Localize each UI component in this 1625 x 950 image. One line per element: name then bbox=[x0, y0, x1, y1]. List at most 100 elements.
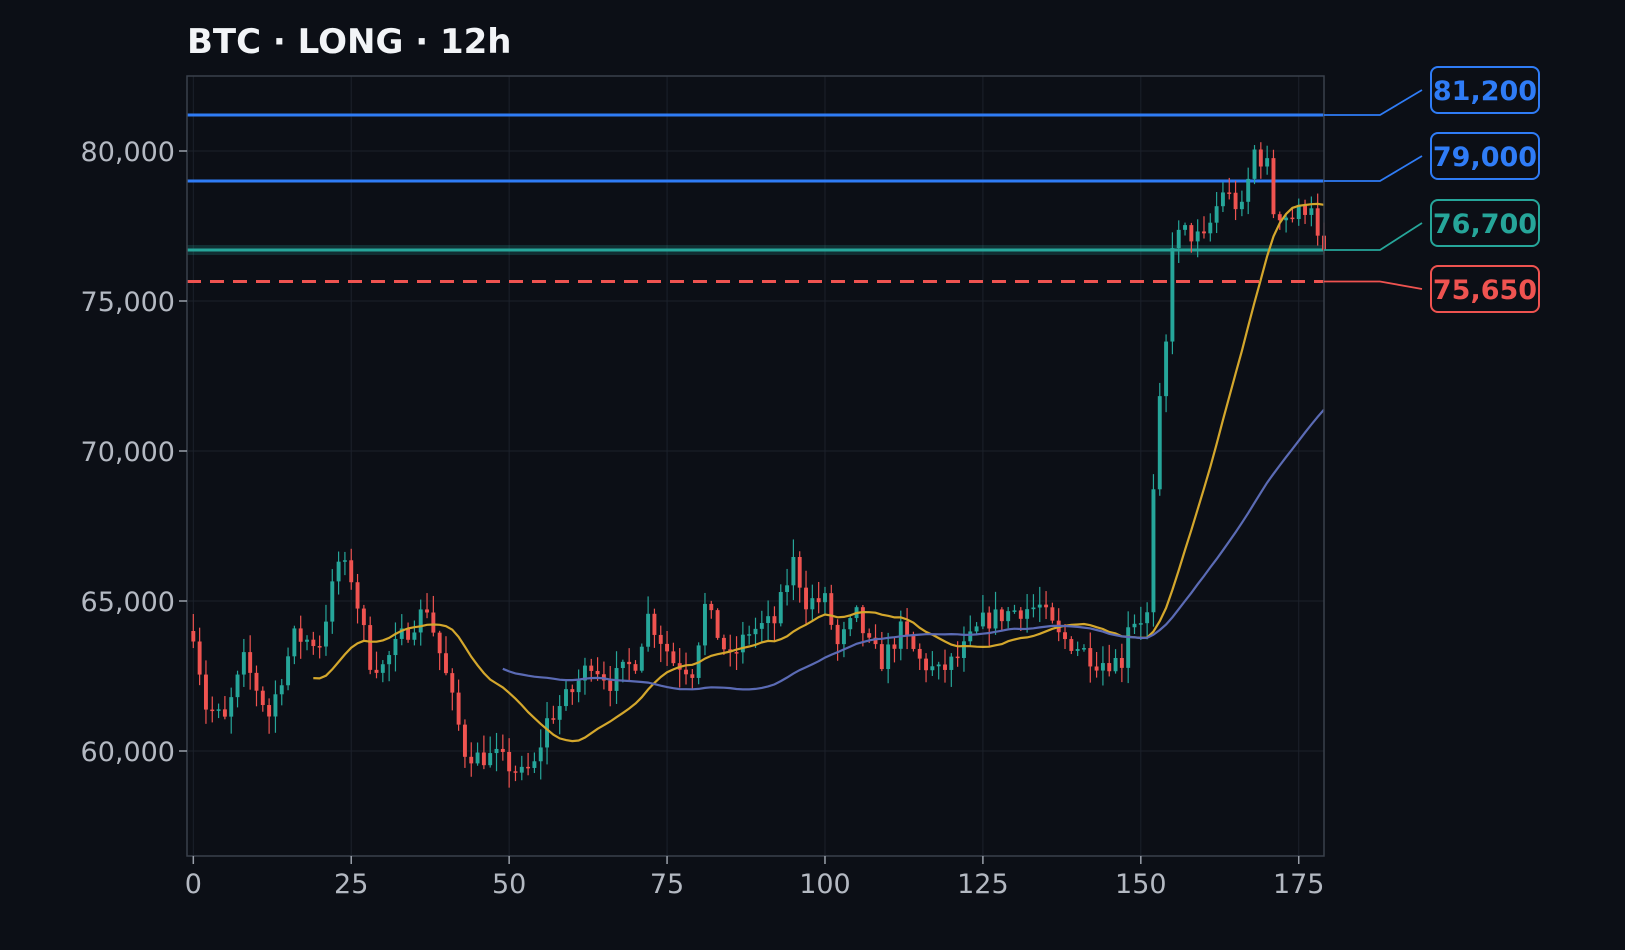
candle-body bbox=[886, 644, 891, 670]
candle-body bbox=[816, 598, 821, 603]
candle-body bbox=[867, 633, 872, 638]
candle-body bbox=[999, 609, 1004, 622]
candle-body bbox=[1107, 663, 1112, 672]
candle-body bbox=[1082, 648, 1086, 650]
candle-body bbox=[974, 626, 979, 632]
candle-body bbox=[924, 658, 929, 671]
candle-body bbox=[646, 613, 651, 647]
candle-body bbox=[715, 610, 720, 638]
y-tick-label: 70,000 bbox=[81, 437, 175, 468]
candle-body bbox=[753, 628, 758, 635]
candle-body bbox=[355, 582, 360, 609]
chart-container: BTC · LONG · 12h 0 25 50 75 100 125 150 175 60,0… bbox=[0, 0, 1625, 950]
candle-body bbox=[1012, 610, 1017, 612]
candle-body bbox=[627, 661, 632, 665]
chart-title: BTC · LONG · 12h bbox=[187, 22, 511, 62]
candle-body bbox=[848, 618, 853, 630]
candle-body bbox=[892, 644, 897, 649]
candle-body bbox=[526, 766, 531, 769]
candle-body bbox=[968, 631, 973, 642]
candle-body bbox=[1214, 206, 1219, 223]
x-tick-label: 150 bbox=[1115, 869, 1167, 900]
candle-body bbox=[1195, 231, 1200, 242]
candle-body bbox=[747, 634, 752, 636]
candle-body bbox=[1271, 158, 1276, 215]
candle-body bbox=[349, 560, 354, 583]
candle-body bbox=[494, 748, 499, 754]
y-tick-label: 65,000 bbox=[81, 587, 175, 618]
candle-body bbox=[1069, 639, 1074, 651]
candle-body bbox=[1176, 229, 1181, 249]
candle-body bbox=[1100, 663, 1105, 671]
candle-body bbox=[1025, 609, 1030, 619]
candle-body bbox=[431, 612, 436, 633]
y-tick-label: 80,000 bbox=[81, 137, 175, 168]
stop-label-text: 75,650 bbox=[1433, 275, 1537, 306]
candle-body bbox=[1050, 607, 1055, 621]
candle-body bbox=[210, 709, 215, 712]
candle-body bbox=[785, 585, 790, 593]
target-label-text: 79,000 bbox=[1433, 142, 1537, 173]
candle-body bbox=[671, 651, 676, 664]
candle-body bbox=[380, 664, 385, 673]
candle-body bbox=[911, 635, 916, 649]
candle-body bbox=[917, 648, 922, 659]
candle-body bbox=[595, 670, 600, 675]
candle-body bbox=[248, 652, 253, 673]
candle-body bbox=[1006, 611, 1011, 622]
candle-body bbox=[557, 706, 562, 720]
candle-body bbox=[1063, 632, 1067, 640]
candle-body bbox=[1208, 222, 1213, 234]
candle-body bbox=[740, 634, 745, 653]
candle-body bbox=[1157, 396, 1162, 490]
candle-body bbox=[475, 752, 480, 764]
grid-lines bbox=[187, 76, 1324, 856]
x-tick-label: 50 bbox=[492, 869, 526, 900]
candle-body bbox=[342, 560, 347, 562]
candle-body bbox=[1018, 610, 1023, 619]
price-level-labels: 81,200 79,000 76,700 75,650 bbox=[1324, 66, 1540, 313]
candle-body bbox=[1075, 649, 1080, 651]
candle-body bbox=[551, 718, 556, 720]
candle-body bbox=[444, 653, 448, 674]
candle-body bbox=[1164, 341, 1169, 397]
candle-body bbox=[292, 628, 297, 657]
candle-body bbox=[425, 609, 429, 613]
candle-body bbox=[203, 674, 208, 710]
stop-connector bbox=[1324, 280, 1423, 290]
candle-body bbox=[545, 718, 550, 748]
candle-body bbox=[980, 612, 985, 627]
candle-body bbox=[1044, 604, 1049, 608]
candle-body bbox=[222, 709, 227, 717]
candle-body bbox=[1151, 489, 1156, 613]
candle-body bbox=[766, 616, 771, 624]
plot-frame bbox=[186, 75, 1325, 857]
candle-body bbox=[936, 664, 941, 667]
candlesticks bbox=[191, 142, 1326, 788]
candle-body bbox=[481, 752, 486, 766]
candle-body bbox=[810, 598, 815, 610]
candle-body bbox=[254, 672, 259, 691]
candle-body bbox=[311, 639, 316, 647]
candle-body bbox=[734, 652, 739, 654]
candle-body bbox=[993, 609, 998, 629]
entry-label-text: 76,700 bbox=[1433, 209, 1537, 240]
candle-body bbox=[1233, 192, 1238, 210]
x-tick-label: 0 bbox=[185, 869, 202, 900]
candle-body bbox=[469, 756, 474, 764]
candle-body bbox=[1315, 208, 1320, 236]
candle-body bbox=[456, 692, 461, 725]
candle-body bbox=[1290, 217, 1295, 220]
candle-body bbox=[229, 697, 234, 717]
candle-body bbox=[804, 587, 808, 610]
candle-body bbox=[412, 632, 417, 640]
entry-connector bbox=[1324, 222, 1423, 251]
candle-body bbox=[286, 656, 291, 686]
candle-body bbox=[1031, 607, 1036, 610]
candle-body bbox=[298, 628, 303, 642]
candle-body bbox=[1246, 178, 1251, 202]
candle-body bbox=[1189, 225, 1194, 242]
candle-body bbox=[1303, 204, 1308, 215]
candle-body bbox=[235, 674, 240, 698]
candle-body bbox=[665, 643, 670, 652]
